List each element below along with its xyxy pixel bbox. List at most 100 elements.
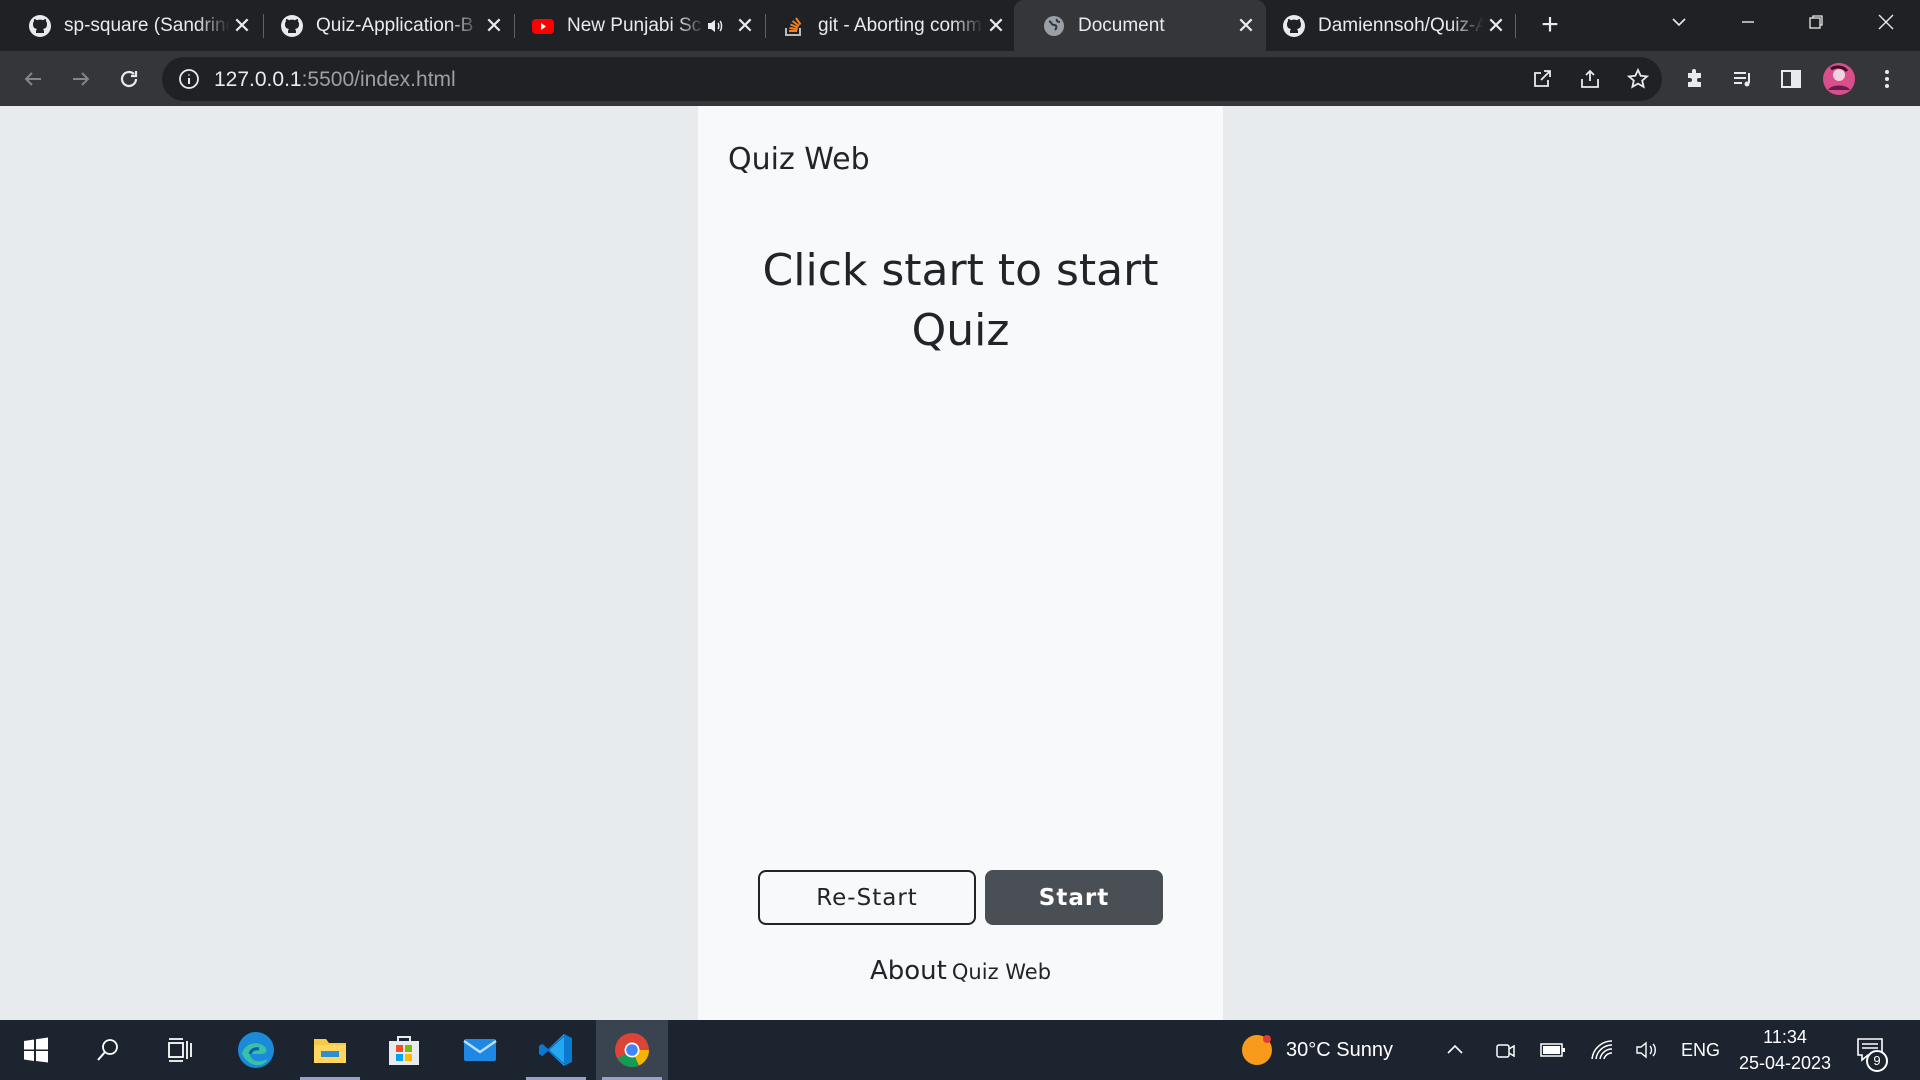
folder-icon [314,1039,346,1063]
start-menu-button[interactable] [0,1020,72,1080]
tab-title: sp-square (Sandrine [64,14,230,36]
meet-now-button[interactable] [1494,1020,1516,1080]
tab-1[interactable]: sp-square (Sandrine ✕ [0,0,262,51]
url-text: 127.0.0.1:5500/index.html [214,68,456,92]
media-control-button[interactable] [1728,64,1758,94]
profile-avatar[interactable] [1822,62,1856,96]
about-link[interactable]: About Quiz Web [698,956,1223,986]
browser-toolbar: 127.0.0.1:5500/index.html [0,51,1920,106]
store-icon [389,1036,419,1065]
speaker-icon[interactable] [705,16,725,36]
back-button[interactable] [18,64,48,94]
task-view-icon [168,1038,192,1062]
volume-button[interactable] [1635,1020,1659,1080]
weather-widget[interactable]: 30°C Sunny [1240,1020,1393,1080]
tab-6[interactable]: Damiennsoh/Quiz-A ✕ [1254,0,1516,51]
arrow-right-icon [73,72,90,86]
edge-taskbar-item[interactable] [220,1020,292,1080]
url-path: :5500/index.html [301,68,456,91]
menu-button[interactable] [1872,64,1902,94]
tab-2[interactable]: Quiz-Application-B ✕ [252,0,514,51]
chevron-down-icon [1672,18,1686,27]
tab-title: git - Aborting comm [818,14,982,36]
file-explorer-taskbar-item[interactable] [294,1020,366,1080]
close-icon[interactable]: ✕ [984,13,1008,38]
chrome-taskbar-item[interactable] [596,1020,668,1080]
avatar [1823,63,1855,95]
meet-now-icon [1496,1044,1515,1058]
github-icon [280,14,304,38]
playlist-music-icon [1734,72,1750,87]
start-button[interactable]: Start [985,870,1163,925]
info-icon[interactable] [178,68,200,90]
vscode-taskbar-item[interactable] [520,1020,592,1080]
puzzle-icon [1688,69,1701,87]
tab-title: Damiennsoh/Quiz-A [1318,14,1484,36]
clock-date: 25-04-2023 [1738,1053,1832,1073]
side-panel-icon [1781,70,1801,88]
search-button[interactable] [72,1020,144,1080]
taskbar: 30°C Sunny ENG 11:34 25-04-2023 9 [0,1020,1920,1080]
sun-icon [1242,1035,1272,1065]
volume-icon [1636,1041,1656,1059]
minimize-icon [1742,21,1754,23]
brand-title: Quiz Web [728,142,870,177]
extensions-button[interactable] [1680,64,1710,94]
share-icon[interactable] [1578,67,1602,96]
show-hidden-icons-button[interactable] [1444,1020,1466,1080]
youtube-icon [531,14,555,38]
tab-4[interactable]: git - Aborting comm ✕ [754,0,1016,51]
about-name: Quiz Web [951,960,1052,984]
edge-icon [238,1032,274,1068]
side-panel-button[interactable] [1776,64,1806,94]
about-prefix: About [869,956,947,986]
close-window-button[interactable] [1852,0,1920,44]
restart-button[interactable]: Re-Start [758,870,976,925]
language-indicator[interactable]: ENG [1681,1020,1720,1080]
restore-icon [1809,15,1823,29]
tab-document-active[interactable]: Document ✕ [1014,0,1266,51]
restore-button[interactable] [1782,0,1850,44]
tab-title: Document [1078,14,1165,36]
github-icon [1282,14,1306,38]
tab-strip: sp-square (Sandrine ✕ Quiz-Application-B… [0,0,1920,51]
notification-count-badge: 9 [1866,1050,1888,1072]
tab-title: New Punjabi Sc [567,14,702,36]
windows-icon [24,1037,48,1063]
wifi-icon [1591,1040,1613,1060]
star-icon[interactable] [1626,67,1650,96]
minimize-button[interactable] [1714,0,1782,44]
reload-button[interactable] [114,64,144,94]
stackoverflow-icon [782,14,806,38]
tab-search-button[interactable] [1645,0,1713,44]
tab-3[interactable]: New Punjabi Sc ✕ [503,0,765,51]
reload-icon [120,70,138,88]
page-viewport: Quiz Web Click start to start Quiz Re-St… [0,106,1920,1020]
arrow-left-icon [24,72,41,86]
chrome-icon [615,1033,649,1067]
forward-button[interactable] [66,64,96,94]
battery-button[interactable] [1540,1020,1566,1080]
clock-time: 11:34 [1763,1027,1807,1047]
globe-icon [1042,14,1066,38]
chevron-up-icon [1447,1044,1463,1054]
clock[interactable]: 11:34 25-04-2023 [1730,1024,1840,1076]
vscode-icon [539,1034,572,1066]
question-text: Click start to start Quiz [762,245,1159,356]
mail-taskbar-item[interactable] [444,1020,516,1080]
weather-text: 30°C Sunny [1286,1038,1393,1061]
mail-icon [463,1039,497,1061]
tab-title: Quiz-Application-B [316,14,474,36]
close-icon[interactable]: ✕ [230,13,254,38]
close-icon [1878,14,1894,30]
battery-icon [1540,1043,1565,1057]
address-bar[interactable]: 127.0.0.1:5500/index.html [162,57,1662,101]
url-host: 127.0.0.1 [214,68,302,91]
store-taskbar-item[interactable] [368,1020,440,1080]
network-button[interactable] [1590,1020,1614,1080]
search-icon [97,1039,118,1061]
close-icon[interactable]: ✕ [1484,13,1508,38]
task-view-button[interactable] [144,1020,216,1080]
new-tab-button[interactable]: + [1535,10,1565,40]
open-in-app-icon[interactable] [1530,67,1554,96]
